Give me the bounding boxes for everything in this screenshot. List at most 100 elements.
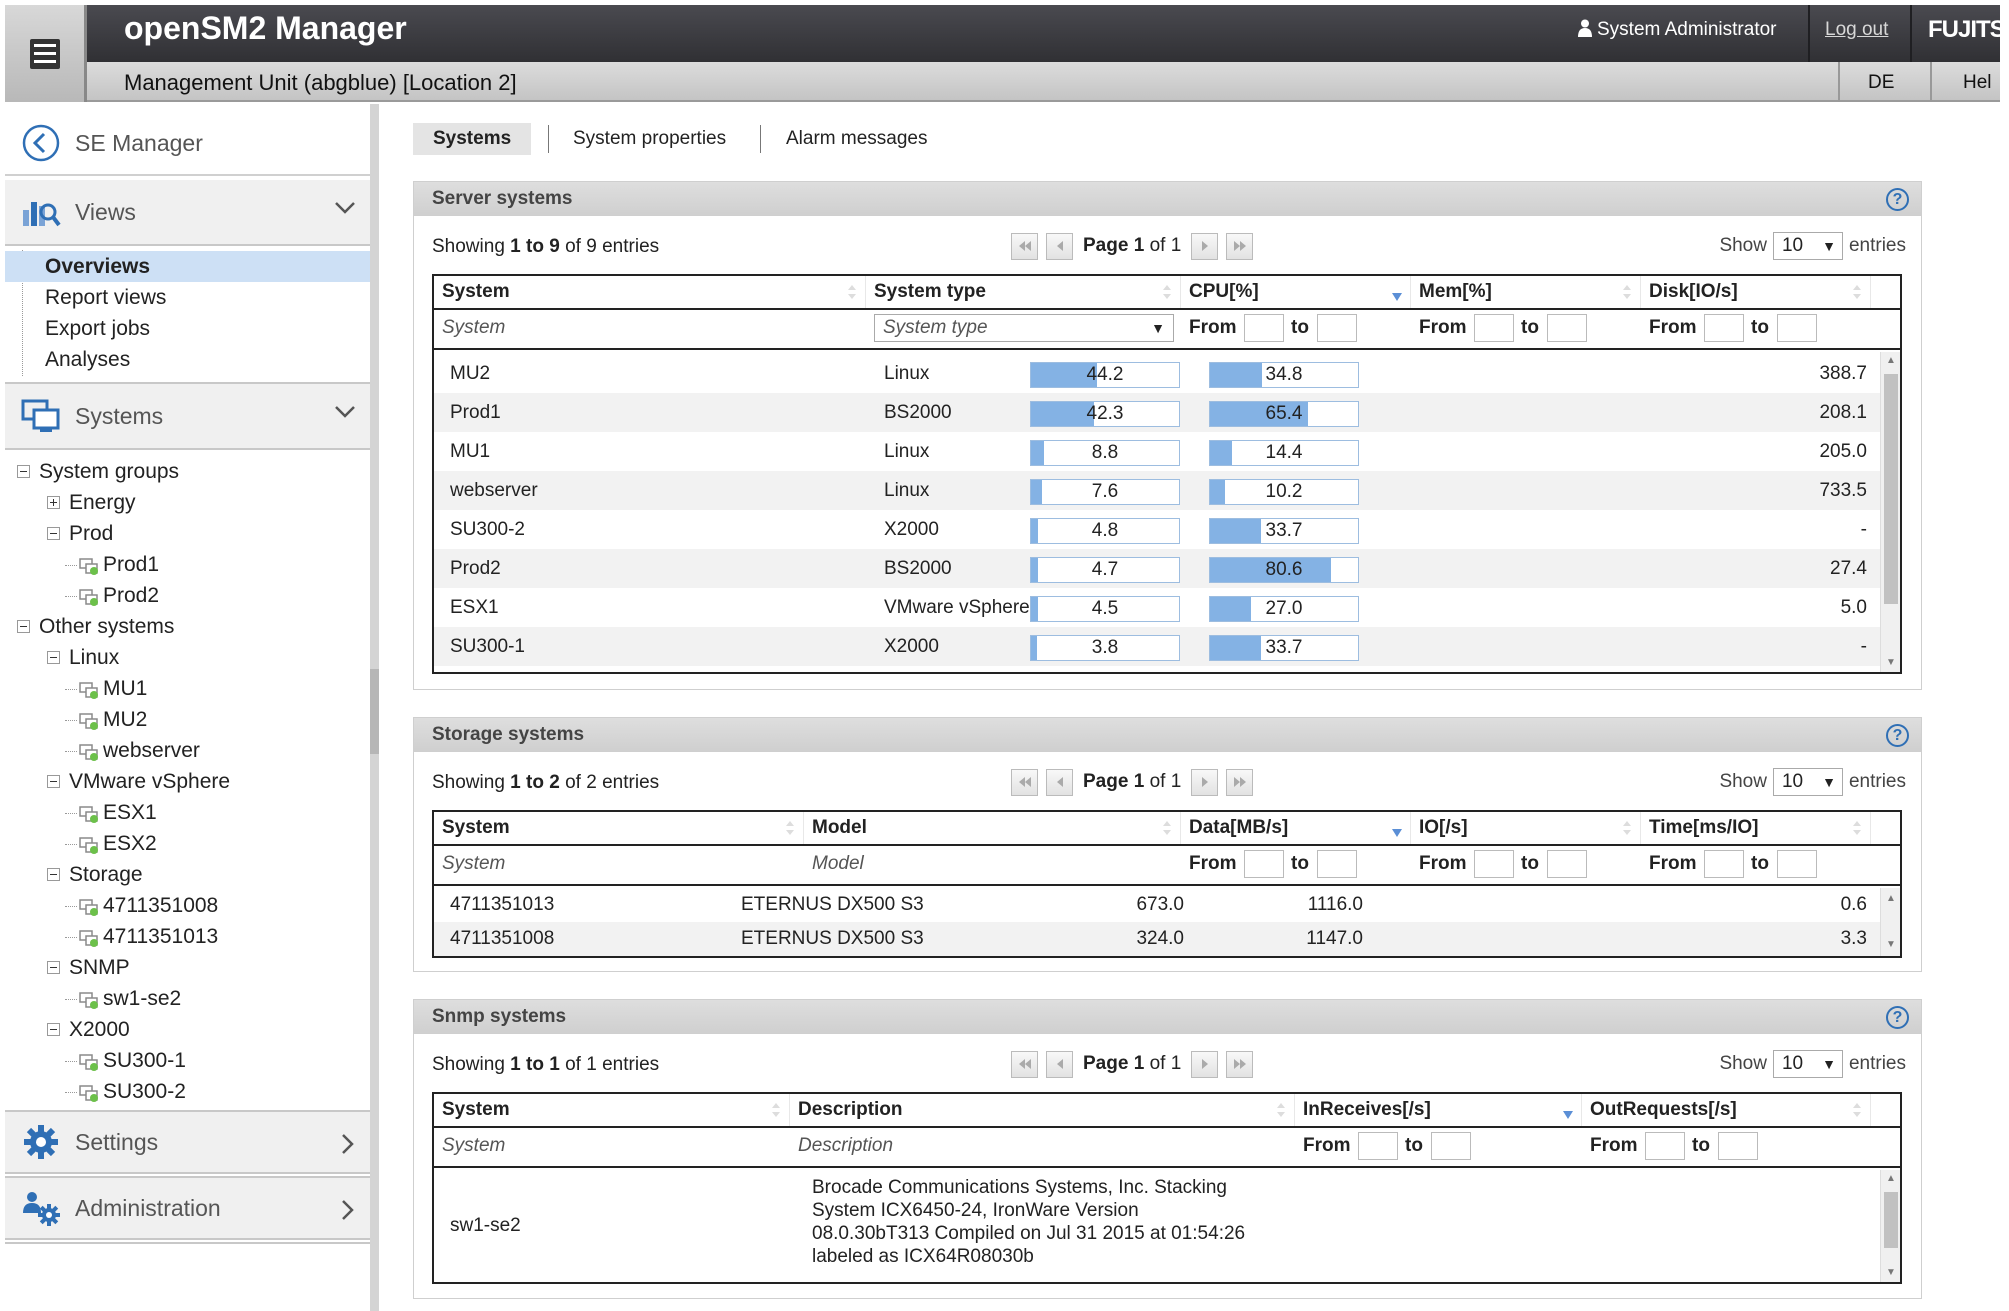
table-row[interactable]: MU2 Linux 44.2 34.8 388.7 [434,354,1882,393]
data-to-input[interactable] [1317,850,1357,878]
tree-node[interactable]: 4711351013 [5,922,365,952]
tree-node[interactable]: Linux [5,643,365,673]
systems-section-header[interactable]: Systems [5,382,370,450]
col-data[interactable]: Data[MB/s] [1181,812,1411,844]
language-switch[interactable]: DE [1868,72,1894,94]
views-section-header[interactable]: Views [5,180,370,246]
col-cpu[interactable]: CPU[%] [1181,276,1411,308]
table-row[interactable]: ESX1 VMware vSphere 4.5 27.0 5.0 [434,588,1882,627]
help-icon[interactable]: ? [1886,188,1909,211]
prev-page-button[interactable] [1046,1050,1073,1078]
page-size-select[interactable]: 10 [1772,1050,1843,1078]
scroll-down-arrow[interactable]: ▼ [1881,936,1900,954]
first-page-button[interactable] [1011,1050,1038,1078]
snmp-table-scrollbar[interactable]: ▲ ▼ [1880,1170,1900,1282]
col-system[interactable]: System [434,812,804,844]
tree-node[interactable]: System groups [5,457,365,487]
help-link[interactable]: Hel [1963,72,1992,94]
sidebar-scrollbar[interactable] [370,104,379,1311]
col-outrequests[interactable]: OutRequests[/s] [1582,1094,1871,1126]
filter-model-input[interactable]: Model [812,846,864,882]
tree-node[interactable]: Prod1 [5,550,365,580]
tree-node[interactable]: sw1-se2 [5,984,365,1014]
col-time[interactable]: Time[ms/IO] [1641,812,1871,844]
filter-system-input[interactable]: System [442,1128,505,1164]
outrequests-to-input[interactable] [1718,1132,1758,1160]
nav-report-views[interactable]: Report views [5,282,370,313]
filter-type-select[interactable]: System type [874,314,1174,342]
inreceives-from-input[interactable] [1358,1132,1398,1160]
collapse-icon[interactable] [47,527,60,540]
tree-node[interactable]: 4711351008 [5,891,365,921]
scroll-thumb[interactable] [1884,1192,1898,1248]
menu-button[interactable] [5,5,87,102]
first-page-button[interactable] [1011,232,1038,260]
next-page-button[interactable] [1191,768,1219,796]
collapse-icon[interactable] [17,465,30,478]
page-size-select[interactable]: 10 [1772,768,1843,796]
table-row[interactable]: Prod2 BS2000 4.7 80.6 27.4 [434,549,1882,588]
nav-analyses[interactable]: Analyses [5,344,370,375]
expand-icon[interactable] [47,496,60,509]
tree-node[interactable]: MU2 [5,705,365,735]
tree-node[interactable]: X2000 [5,1015,365,1045]
inreceives-to-input[interactable] [1431,1132,1471,1160]
help-icon[interactable]: ? [1886,1006,1909,1029]
tree-node[interactable]: SU300-2 [5,1077,365,1107]
user-menu[interactable]: System Administrator [1578,19,1777,41]
filter-system-input[interactable]: System [442,846,505,882]
tree-node[interactable]: ESX1 [5,798,365,828]
table-row[interactable]: 4711351008 ETERNUS DX500 S3 324.0 1147.0 3.3 [434,922,1882,956]
io-from-input[interactable] [1474,850,1514,878]
help-icon[interactable]: ? [1886,724,1909,747]
tree-node[interactable]: Prod2 [5,581,365,611]
last-page-button[interactable] [1226,768,1254,796]
collapse-icon[interactable] [17,620,30,633]
scroll-down-arrow[interactable]: ▼ [1881,1264,1900,1282]
col-inreceives[interactable]: InReceives[/s] [1295,1094,1582,1126]
mem-to-input[interactable] [1547,314,1587,342]
table-row[interactable]: SU300-2 X2000 4.8 33.7 - [434,510,1882,549]
filter-description-input[interactable]: Description [798,1128,893,1164]
collapse-icon[interactable] [47,868,60,881]
last-page-button[interactable] [1226,232,1254,260]
col-system[interactable]: System [434,1094,790,1126]
mem-from-input[interactable] [1474,314,1514,342]
col-disk[interactable]: Disk[IO/s] [1641,276,1871,308]
disk-from-input[interactable] [1704,314,1744,342]
nav-overviews[interactable]: Overviews [5,251,370,282]
table-row[interactable]: Prod1 BS2000 42.3 65.4 208.1 [434,393,1882,432]
tree-node[interactable]: Other systems [5,612,365,642]
data-from-input[interactable] [1244,850,1284,878]
administration-section-header[interactable]: Administration [5,1176,370,1240]
collapse-icon[interactable] [47,651,60,664]
nav-export-jobs[interactable]: Export jobs [5,313,370,344]
next-page-button[interactable] [1191,232,1219,260]
table-row[interactable]: webserver Linux 7.6 10.2 733.5 [434,471,1882,510]
first-page-button[interactable] [1011,768,1038,796]
table-row[interactable]: 4711351013 ETERNUS DX500 S3 673.0 1116.0 0.6 [434,888,1882,922]
storage-table-scrollbar[interactable]: ▲ ▼ [1880,888,1900,956]
scroll-thumb[interactable] [1884,374,1898,604]
tab-system-properties[interactable]: System properties [573,123,726,155]
disk-to-input[interactable] [1777,314,1817,342]
filter-system-input[interactable]: System [442,310,505,346]
prev-page-button[interactable] [1046,232,1073,260]
tree-node[interactable]: ESX2 [5,829,365,859]
logout-link[interactable]: Log out [1825,19,1888,41]
tree-node[interactable]: SNMP [5,953,365,983]
col-mem[interactable]: Mem[%] [1411,276,1641,308]
time-to-input[interactable] [1777,850,1817,878]
sidebar-scroll-thumb[interactable] [370,669,379,754]
io-to-input[interactable] [1547,850,1587,878]
collapse-icon[interactable] [47,961,60,974]
col-io[interactable]: IO[/s] [1411,812,1641,844]
scroll-up-arrow[interactable]: ▲ [1881,1170,1900,1188]
tree-node[interactable]: Storage [5,860,365,890]
col-description[interactable]: Description [790,1094,1295,1126]
time-from-input[interactable] [1704,850,1744,878]
scroll-up-arrow[interactable]: ▲ [1881,352,1900,370]
prev-page-button[interactable] [1046,768,1073,796]
tree-node[interactable]: VMware vSphere [5,767,365,797]
next-page-button[interactable] [1191,1050,1219,1078]
